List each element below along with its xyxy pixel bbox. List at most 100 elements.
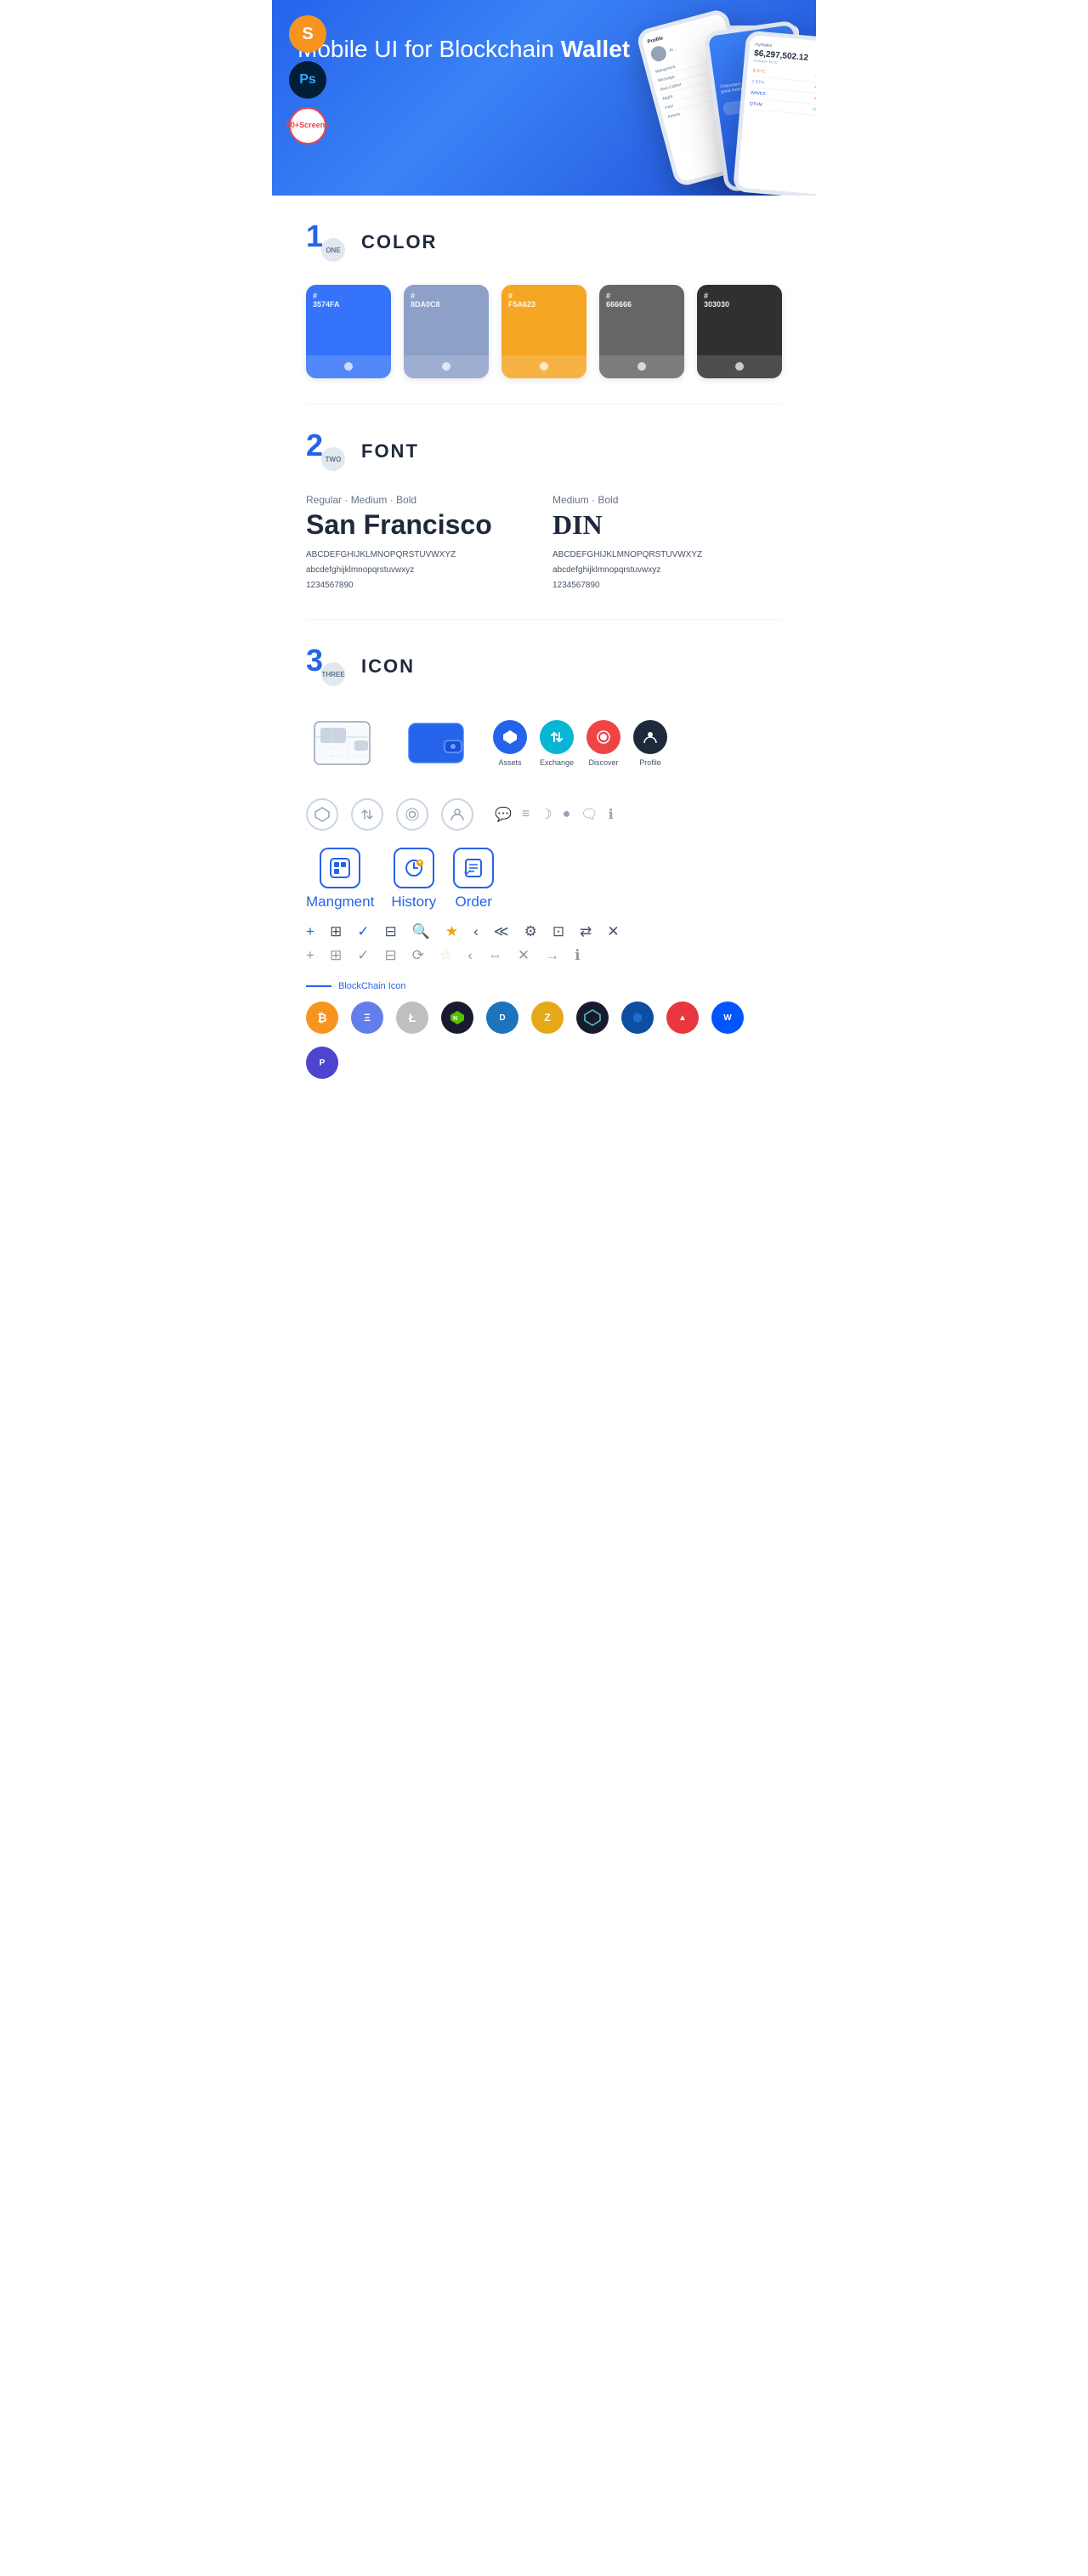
discover-outline-icon — [396, 798, 428, 831]
zcash-icon: Z — [531, 1001, 564, 1034]
circle-icon: ● — [563, 807, 571, 822]
speech-icon: 🗨 — [581, 806, 598, 823]
color-title: COLOR — [361, 231, 437, 253]
icon-discover: Discover — [586, 720, 620, 767]
font-din-meta: Medium · Bold — [552, 494, 782, 506]
color-swatch-mid-gray: #666666 — [599, 285, 684, 378]
crypto-icons-row: ₿ Ξ Ł N D Z ▲ W P — [306, 1001, 782, 1079]
settings-icon: ⚙ — [524, 923, 537, 940]
font-section-num: 2 TWO — [306, 430, 348, 473]
order-icon — [453, 848, 494, 888]
exchange-icon — [540, 720, 574, 754]
check-icon: ✓ — [357, 923, 369, 940]
badge-ps: Ps — [289, 61, 326, 99]
utility-icons-row: + ⊞ ✓ ⊟ 🔍 ★ ‹ ≪ ⚙ ⊡ ⇄ ✕ — [306, 923, 782, 940]
add-icon: + — [306, 923, 314, 940]
badge-screens: 60+Screens — [289, 107, 326, 145]
chevron-left-icon: ‹ — [473, 923, 479, 940]
color-swatch-blue: #3574FA — [306, 285, 391, 378]
exchange-label: Exchange — [540, 758, 574, 767]
font-san-francisco: Regular · Medium · Bold San Francisco AB… — [306, 494, 536, 593]
font-section-header: 2 TWO FONT — [306, 430, 782, 473]
font-sf-meta: Regular · Medium · Bold — [306, 494, 536, 506]
grid-icon: ⊞ — [330, 923, 342, 940]
close-icon: ✕ — [607, 923, 619, 940]
app-icons-row: Mangment History Order — [306, 848, 782, 911]
profile-icon — [633, 720, 667, 754]
color-swatches: #3574FA #8DA0C8 #F5A623 #666666 #303030 — [306, 285, 782, 378]
star-icon: ★ — [445, 923, 458, 940]
color-section: 1 ONE COLOR #3574FA #8DA0C8 #F5A623 #666… — [272, 196, 816, 404]
color-section-num: 1 ONE — [306, 221, 348, 264]
moon-icon: ☽ — [540, 806, 552, 823]
icon-section-num: 3 THREE — [306, 645, 348, 688]
nav-icons-row: Assets Exchange Discover P — [493, 720, 667, 767]
search-icon: 🔍 — [412, 923, 430, 940]
eth-icon: Ξ — [351, 1001, 383, 1034]
blockchain-label: BlockChain Icon — [306, 981, 782, 991]
font-grid: Regular · Medium · Bold San Francisco AB… — [306, 494, 782, 593]
font-din: Medium · Bold DIN ABCDEFGHIJKLMNOPQRSTUV… — [552, 494, 782, 593]
font-din-name: DIN — [552, 509, 782, 541]
icon-management: Mangment — [306, 848, 374, 911]
icon-title: ICON — [361, 655, 415, 678]
info-icon: ℹ — [609, 806, 614, 823]
icon-profile: Profile — [633, 720, 667, 767]
icon-wireframe-wallet — [306, 709, 382, 777]
misc-icons-row: 💬 ≡ ☽ ● 🗨 ℹ — [495, 798, 614, 831]
color-swatch-dark: #303030 — [697, 285, 782, 378]
dash-icon: D — [486, 1001, 518, 1034]
hero-section: Mobile UI for Blockchain Wallet UI Kit S… — [272, 0, 816, 196]
blockchain-line — [306, 985, 332, 987]
assets-outline-icon — [306, 798, 338, 831]
font-din-chars: ABCDEFGHIJKLMNOPQRSTUVWXYZ abcdefghijklm… — [552, 548, 782, 593]
waves-icon: W — [711, 1001, 744, 1034]
font-title: FONT — [361, 440, 419, 462]
discover-label: Discover — [589, 758, 619, 767]
icon-section: 3 THREE ICON — [272, 620, 816, 1130]
iota-icon — [576, 1001, 609, 1034]
color-section-header: 1 ONE COLOR — [306, 221, 782, 264]
management-label: Mangment — [306, 894, 374, 911]
phone-mockup-3: myWallet $6,297,502.12 Available: $0.00 … — [733, 31, 816, 196]
hero-badges: S Ps 60+Screens — [289, 15, 326, 145]
icon-order: Order — [453, 848, 494, 911]
ltc-icon: Ł — [396, 1001, 428, 1034]
icon-history: History — [391, 848, 436, 911]
icon-main-row: Assets Exchange Discover P — [306, 709, 782, 777]
history-label: History — [391, 894, 436, 911]
ark-icon: ▲ — [666, 1001, 699, 1034]
neo-icon: N — [441, 1001, 473, 1034]
order-label: Order — [456, 894, 492, 911]
font-section: 2 TWO FONT Regular · Medium · Bold San F… — [272, 405, 816, 619]
icon-exchange: Exchange — [540, 720, 574, 767]
font-sf-chars: ABCDEFGHIJKLMNOPQRSTUVWXYZ abcdefghijklm… — [306, 548, 536, 593]
management-icon — [320, 848, 360, 888]
lisk-icon — [621, 1001, 654, 1034]
color-swatch-gray: #8DA0C8 — [404, 285, 489, 378]
color-swatch-orange: #F5A623 — [502, 285, 586, 378]
exchange-outline-icon — [351, 798, 383, 831]
btc-icon: ₿ — [306, 1001, 338, 1034]
icon-section-header: 3 THREE ICON — [306, 645, 782, 688]
badge-sketch: S — [289, 15, 326, 53]
history-icon — [394, 848, 434, 888]
icon-outline-row: 💬 ≡ ☽ ● 🗨 ℹ — [306, 798, 782, 831]
utility-icons-inactive-row: + ⊞ ✓ ⊟ ⟳ ☆ ‹ ⇔ ✕ → ℹ — [306, 947, 782, 964]
discover-icon — [586, 720, 620, 754]
assets-icon — [493, 720, 527, 754]
minus-grid-icon: ⊟ — [384, 923, 396, 940]
icon-filled-wallet — [400, 709, 476, 777]
stack-icon: ≡ — [522, 807, 530, 822]
svg-text:N: N — [453, 1016, 457, 1022]
assets-label: Assets — [498, 758, 521, 767]
share-icon: ≪ — [494, 923, 509, 940]
font-sf-name: San Francisco — [306, 509, 536, 541]
chat-icon: 💬 — [495, 806, 512, 823]
icon-assets: Assets — [493, 720, 527, 767]
profile-label: Profile — [639, 758, 661, 767]
poly-icon: P — [306, 1047, 338, 1079]
swap-icon: ⇄ — [580, 923, 592, 940]
hero-phones: Profile AI... Mangment Message Red Cathe… — [493, 9, 816, 196]
export-icon: ⊡ — [552, 923, 564, 940]
